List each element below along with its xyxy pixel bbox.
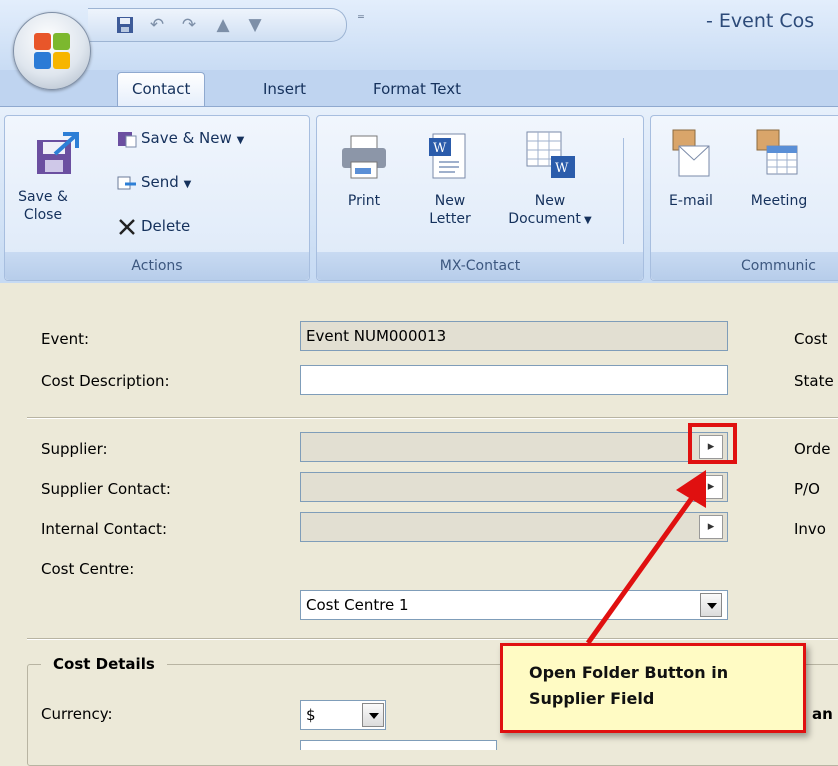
save-icon[interactable] — [114, 15, 136, 35]
actions-group-label: Actions — [5, 252, 309, 280]
supplier-label: Supplier: — [41, 440, 108, 458]
internal-contact-label: Internal Contact: — [41, 520, 167, 538]
po-label-partial: P/O — [794, 480, 820, 498]
customize-qat-icon[interactable]: ⁼ — [357, 10, 365, 28]
save-close-icon — [37, 132, 79, 174]
new-letter-icon: W — [429, 133, 466, 179]
supplier-contact-open-folder-icon[interactable]: ▸ — [699, 475, 723, 499]
mx-contact-group-label: MX-Contact — [317, 252, 643, 280]
delete-button[interactable]: Delete — [117, 214, 190, 238]
ribbon-tabstrip: Contact Insert Format Text — [0, 70, 838, 107]
new-letter-button[interactable]: New Letter — [417, 192, 483, 228]
new-document-icon: W — [526, 131, 575, 178]
cost-centre-label: Cost Centre: — [41, 560, 135, 578]
callout-line-2: Supplier Field — [529, 689, 655, 708]
send-icon — [117, 176, 136, 189]
meeting-label: Meeting — [750, 193, 808, 209]
event-label: Event: — [41, 330, 90, 348]
internal-contact-field[interactable] — [300, 512, 728, 542]
supplier-contact-field[interactable] — [300, 472, 728, 502]
new-document-button[interactable]: New Document ▼ — [497, 192, 603, 230]
divider — [27, 417, 838, 419]
currency-label: Currency: — [41, 705, 113, 723]
email-label: E-mail — [669, 193, 713, 209]
callout-line-1: Open Folder Button in — [529, 663, 729, 682]
save-close-label-2: Close — [23, 207, 63, 223]
office-button[interactable] — [13, 12, 91, 90]
title-bar: ↶ ↷ ▲ ▼ ⁼ - Event Cos — [0, 0, 838, 70]
quick-access-toolbar: ↶ ↷ ▲ ▼ — [88, 8, 347, 42]
currency-dropdown-icon[interactable] — [362, 703, 384, 727]
communicate-group-label: Communic — [651, 252, 838, 280]
communicate-group: E-mail Meeting Communic — [650, 115, 838, 281]
delete-icon — [119, 218, 135, 235]
new-document-label-2: Document — [508, 211, 581, 227]
meeting-icon — [756, 129, 798, 175]
tab-insert[interactable]: Insert — [263, 74, 306, 104]
callout-box: Open Folder Button in Supplier Field — [500, 643, 806, 733]
group-separator — [623, 138, 624, 244]
cost-centre-select[interactable]: Cost Centre 1 — [300, 590, 728, 620]
up-arrow-icon[interactable]: ▲ — [212, 15, 234, 35]
supplier-contact-label: Supplier Contact: — [41, 480, 171, 498]
svg-text:W: W — [433, 141, 447, 156]
cost-description-label: Cost Description: — [41, 372, 170, 390]
mx-contact-group: Print W New Letter W New Document ▼ MX-C… — [316, 115, 644, 281]
delete-label: Delete — [141, 217, 191, 235]
send-label: Send — [141, 173, 179, 191]
ribbon: Save & Close Save & New ▼ Send ▼ Delete … — [0, 106, 838, 284]
print-button[interactable]: Print — [329, 192, 399, 210]
partial-label: an — [812, 705, 833, 723]
tab-format-text[interactable]: Format Text — [373, 74, 461, 104]
send-button[interactable]: Send ▼ — [117, 170, 191, 194]
internal-contact-open-folder-icon[interactable]: ▸ — [699, 515, 723, 539]
save-new-label: Save & New — [141, 129, 232, 147]
callout-highlight-box — [688, 423, 737, 464]
event-field[interactable]: Event NUM000013 — [300, 321, 728, 351]
order-label-partial: Orde — [794, 440, 831, 458]
supplier-field[interactable] — [300, 432, 728, 462]
state-label-partial: State — [794, 372, 834, 390]
meeting-button[interactable]: Meeting — [741, 192, 817, 210]
tab-contact[interactable]: Contact — [117, 72, 206, 107]
undo-icon[interactable]: ↶ — [146, 15, 168, 35]
office-logo-icon — [34, 33, 70, 69]
print-icon — [342, 135, 386, 179]
cost-details-legend: Cost Details — [41, 655, 167, 673]
cost-centre-dropdown-icon[interactable] — [700, 593, 722, 617]
actions-group: Save & Close Save & New ▼ Send ▼ Delete … — [4, 115, 310, 281]
save-new-button[interactable]: Save & New ▼ — [117, 126, 244, 150]
save-close-label-1: Save & — [18, 189, 68, 205]
cost-label-partial: Cost — [794, 330, 828, 348]
save-close-button[interactable]: Save & Close — [13, 188, 73, 224]
new-letter-label-1: New — [434, 193, 466, 209]
window-title: - Event Cos — [706, 10, 815, 32]
new-letter-label-2: Letter — [429, 211, 471, 227]
divider — [27, 638, 838, 640]
print-label: Print — [347, 193, 381, 209]
redo-icon[interactable]: ↷ — [178, 15, 200, 35]
email-icon — [672, 129, 710, 177]
svg-text:W: W — [555, 161, 569, 176]
down-arrow-icon[interactable]: ▼ — [244, 15, 266, 35]
email-button[interactable]: E-mail — [659, 192, 723, 210]
new-document-label-1: New — [534, 193, 566, 209]
invoice-label-partial: Invo — [794, 520, 826, 538]
save-new-icon — [118, 131, 137, 147]
cost-description-field[interactable] — [300, 365, 728, 395]
